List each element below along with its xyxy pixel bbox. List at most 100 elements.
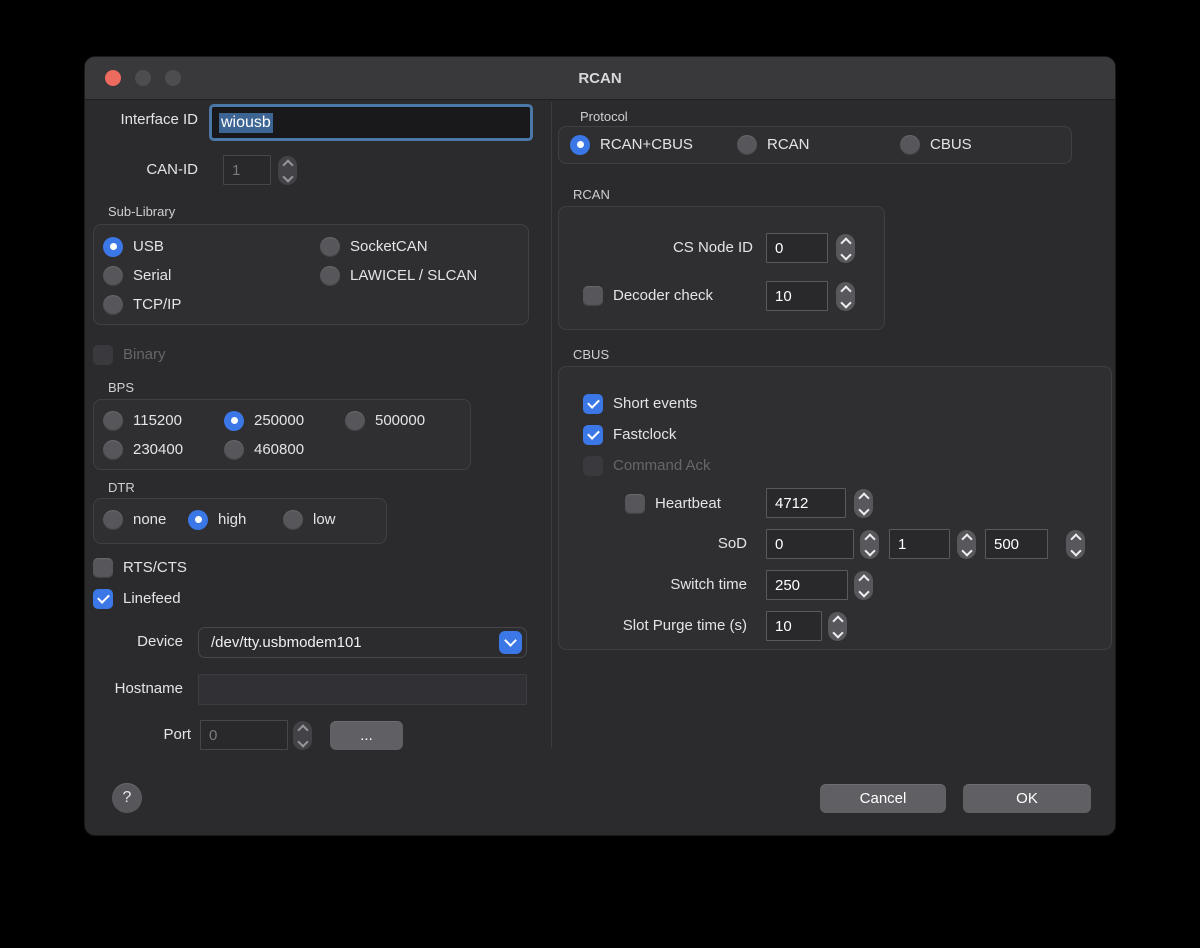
command-ack-checkbox <box>583 456 603 476</box>
radio-icon[interactable] <box>103 237 123 257</box>
slot-purge-input[interactable]: 10 <box>766 611 822 641</box>
radio-icon[interactable] <box>570 135 590 155</box>
hostname-label: Hostname <box>93 674 183 704</box>
radio-115200[interactable]: 115200 <box>103 410 182 431</box>
slot-purge-stepper[interactable] <box>828 612 847 641</box>
radio-230400-label: 230400 <box>133 435 183 465</box>
cs-node-id-label: CS Node ID <box>558 233 753 263</box>
radio-rcan[interactable]: RCAN <box>737 134 810 155</box>
radio-230400[interactable]: 230400 <box>103 439 183 460</box>
interface-id-input[interactable]: wiousb <box>212 107 530 138</box>
radio-lawicel[interactable]: LAWICEL / SLCAN <box>320 265 477 286</box>
heartbeat-checkbox-row[interactable]: Heartbeat <box>625 493 721 514</box>
radio-460800[interactable]: 460800 <box>224 439 304 460</box>
radio-dtr-low[interactable]: low <box>283 509 336 530</box>
port-input: 0 <box>200 720 288 750</box>
browse-button[interactable]: ... <box>330 721 403 750</box>
decoder-check-checkbox-row[interactable]: Decoder check <box>583 285 713 306</box>
radio-500000-label: 500000 <box>375 406 425 436</box>
titlebar: RCAN <box>85 57 1115 100</box>
heartbeat-stepper[interactable] <box>854 489 873 518</box>
cs-node-id-stepper[interactable] <box>836 234 855 263</box>
radio-icon[interactable] <box>320 266 340 286</box>
switch-time-input[interactable]: 250 <box>766 570 848 600</box>
radio-icon[interactable] <box>900 135 920 155</box>
cancel-button[interactable]: Cancel <box>820 784 946 813</box>
chevron-down-icon <box>840 297 851 308</box>
radio-250000-label: 250000 <box>254 406 304 436</box>
ok-button[interactable]: OK <box>963 784 1091 813</box>
decoder-check-input[interactable]: 10 <box>766 281 828 311</box>
chevron-down-icon <box>864 545 875 556</box>
switch-time-stepper[interactable] <box>854 571 873 600</box>
chevron-down-icon <box>858 586 869 597</box>
radio-115200-label: 115200 <box>133 406 182 436</box>
radio-icon[interactable] <box>103 266 123 286</box>
sod-input-1[interactable]: 0 <box>766 529 854 559</box>
fastclock-checkbox-row[interactable]: Fastclock <box>583 424 676 445</box>
linefeed-checkbox-row[interactable]: Linefeed <box>93 588 181 609</box>
chevron-up-icon <box>297 724 308 735</box>
port-label: Port <box>93 720 191 750</box>
radio-usb[interactable]: USB <box>103 236 164 257</box>
sod-input-2[interactable]: 1 <box>889 529 950 559</box>
sod-stepper-1[interactable] <box>860 530 879 559</box>
radio-none-label: none <box>133 505 166 535</box>
radio-icon[interactable] <box>320 237 340 257</box>
dropdown-button[interactable] <box>499 631 522 654</box>
bps-title: BPS <box>108 380 134 395</box>
fastclock-label: Fastclock <box>613 420 676 450</box>
radio-serial[interactable]: Serial <box>103 265 171 286</box>
radio-500000[interactable]: 500000 <box>345 410 425 431</box>
radio-icon[interactable] <box>103 440 123 460</box>
radio-dtr-high[interactable]: high <box>188 509 246 530</box>
hostname-input[interactable] <box>198 674 527 705</box>
cs-node-id-input[interactable]: 0 <box>766 233 828 263</box>
short-events-checkbox[interactable] <box>583 394 603 414</box>
radio-250000[interactable]: 250000 <box>224 410 304 431</box>
linefeed-checkbox[interactable] <box>93 589 113 609</box>
radio-cbus[interactable]: CBUS <box>900 134 972 155</box>
sod-stepper-2[interactable] <box>957 530 976 559</box>
protocol-title: Protocol <box>580 109 628 124</box>
sod-input-3[interactable]: 500 <box>985 529 1048 559</box>
rts-cts-checkbox[interactable] <box>93 558 113 578</box>
sod-stepper-3[interactable] <box>1066 530 1085 559</box>
chevron-up-icon <box>282 159 293 170</box>
heartbeat-label: Heartbeat <box>655 489 721 519</box>
radio-dtr-none[interactable]: none <box>103 509 166 530</box>
radio-socketcan-label: SocketCAN <box>350 232 428 262</box>
radio-high-label: high <box>218 505 246 535</box>
radio-rcan-cbus[interactable]: RCAN+CBUS <box>570 134 693 155</box>
heartbeat-input[interactable]: 4712 <box>766 488 846 518</box>
fastclock-checkbox[interactable] <box>583 425 603 445</box>
radio-icon[interactable] <box>103 510 123 530</box>
radio-460800-label: 460800 <box>254 435 304 465</box>
rts-cts-checkbox-row[interactable]: RTS/CTS <box>93 557 187 578</box>
chevron-down-icon <box>282 171 293 182</box>
help-button[interactable]: ? <box>112 783 142 813</box>
heartbeat-checkbox[interactable] <box>625 494 645 514</box>
decoder-check-checkbox[interactable] <box>583 286 603 306</box>
radio-icon[interactable] <box>283 510 303 530</box>
radio-icon[interactable] <box>737 135 757 155</box>
radio-serial-label: Serial <box>133 261 171 291</box>
cs-node-id-row: CS Node ID <box>558 233 753 263</box>
chevron-up-icon <box>1070 533 1081 544</box>
decoder-check-stepper[interactable] <box>836 282 855 311</box>
radio-icon[interactable] <box>103 411 123 431</box>
close-button[interactable] <box>105 70 121 86</box>
radio-icon[interactable] <box>224 411 244 431</box>
radio-icon[interactable] <box>224 440 244 460</box>
cbus-group-title: CBUS <box>573 347 609 362</box>
chevron-down-icon <box>961 545 972 556</box>
radio-tcpip[interactable]: TCP/IP <box>103 294 181 315</box>
radio-socketcan[interactable]: SocketCAN <box>320 236 428 257</box>
radio-icon[interactable] <box>188 510 208 530</box>
pane-divider <box>551 102 552 748</box>
dtr-title: DTR <box>108 480 135 495</box>
radio-icon[interactable] <box>345 411 365 431</box>
short-events-checkbox-row[interactable]: Short events <box>583 393 697 414</box>
radio-icon[interactable] <box>103 295 123 315</box>
device-dropdown[interactable]: /dev/tty.usbmodem101 <box>198 627 527 658</box>
